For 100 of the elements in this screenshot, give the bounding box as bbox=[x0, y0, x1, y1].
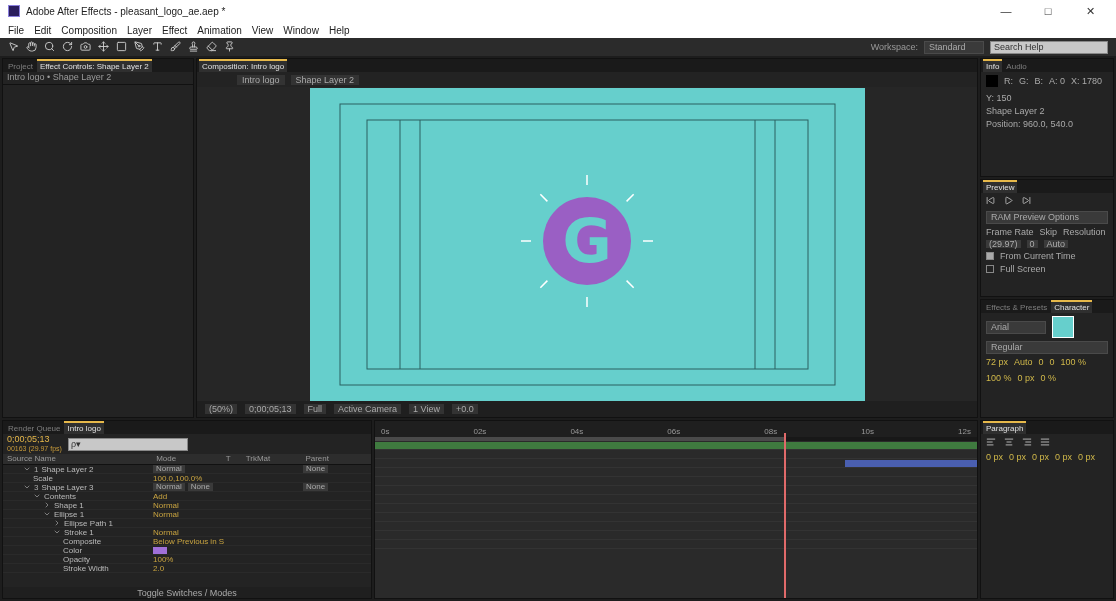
window-control[interactable]: □ bbox=[1030, 5, 1066, 17]
align-right-icon[interactable] bbox=[1022, 437, 1034, 449]
search-field[interactable]: Search Help bbox=[990, 40, 1108, 54]
viewer-control[interactable]: 1 View bbox=[409, 404, 444, 414]
menu-item[interactable]: Help bbox=[328, 24, 350, 36]
character-value[interactable]: Auto bbox=[1014, 357, 1033, 368]
parent-select[interactable]: None bbox=[303, 483, 329, 491]
character-value[interactable]: 0 bbox=[1038, 357, 1044, 368]
preview-value[interactable]: Auto bbox=[1043, 239, 1069, 248]
menu-item[interactable]: Edit bbox=[34, 24, 52, 36]
panel-tab[interactable]: Composition: Intro logo bbox=[199, 59, 288, 72]
font-select[interactable]: Arial bbox=[986, 320, 1046, 334]
menu-item[interactable]: Layer bbox=[126, 24, 152, 36]
panel-tab[interactable]: Preview bbox=[983, 179, 1018, 193]
property-value[interactable]: 100% bbox=[153, 554, 174, 564]
pointer-icon[interactable] bbox=[8, 41, 20, 53]
character-value[interactable]: 100 % bbox=[1060, 357, 1087, 368]
panel-tab[interactable]: Audio bbox=[1003, 59, 1030, 72]
paragraph-value[interactable]: 0 px bbox=[1009, 452, 1027, 462]
property-name[interactable]: Shape 1 bbox=[54, 500, 84, 510]
window-control[interactable]: — bbox=[988, 5, 1024, 17]
layer-name[interactable]: Shape Layer 3 bbox=[41, 482, 94, 492]
preview-options-select[interactable]: RAM Preview Options bbox=[986, 210, 1108, 224]
layer-search-field[interactable]: ρ▾ bbox=[67, 437, 188, 451]
viewer-control[interactable]: (50%) bbox=[205, 404, 237, 414]
style-select[interactable]: Regular bbox=[986, 341, 1108, 355]
play-icon[interactable] bbox=[1004, 195, 1016, 208]
panel-tab[interactable]: Info bbox=[983, 59, 1003, 72]
property-name[interactable]: Scale bbox=[33, 473, 53, 483]
paragraph-value[interactable]: 0 px bbox=[986, 452, 1003, 462]
character-value[interactable]: 0 bbox=[1049, 357, 1055, 368]
viewer-control[interactable]: Full bbox=[303, 404, 327, 414]
timecode[interactable]: 0;00;05;13 bbox=[7, 435, 62, 444]
fill-swatch[interactable] bbox=[1052, 316, 1074, 339]
paragraph-value[interactable]: 0 px bbox=[1078, 452, 1096, 462]
breadcrumb[interactable]: Intro logo bbox=[237, 74, 285, 85]
breadcrumb[interactable]: Shape Layer 2 bbox=[290, 74, 360, 85]
property-value[interactable]: Normal bbox=[153, 500, 179, 510]
layer-bar[interactable] bbox=[375, 441, 977, 449]
paragraph-value[interactable]: 0 px bbox=[1032, 452, 1050, 462]
property-value[interactable]: Below Previous in S bbox=[153, 536, 225, 546]
camera-icon[interactable] bbox=[80, 41, 92, 53]
move-icon[interactable] bbox=[98, 41, 110, 53]
brush-icon[interactable] bbox=[170, 41, 182, 53]
property-name[interactable]: Color bbox=[63, 545, 83, 555]
panel-tab[interactable]: Effects & Presets bbox=[983, 300, 1051, 314]
eraser-icon[interactable] bbox=[206, 41, 218, 53]
hand-icon[interactable] bbox=[26, 41, 38, 53]
mode-select[interactable]: Normal bbox=[153, 483, 185, 491]
rectangle-icon[interactable] bbox=[116, 41, 128, 53]
character-value[interactable]: 0 px bbox=[1017, 373, 1035, 384]
property-name[interactable]: Opacity bbox=[63, 554, 91, 564]
property-name[interactable]: Stroke Width bbox=[63, 563, 109, 573]
checkbox[interactable] bbox=[986, 264, 994, 273]
character-value[interactable]: 72 px bbox=[986, 357, 1009, 368]
preview-value[interactable]: (29.97) bbox=[986, 239, 1021, 248]
rotate-icon[interactable] bbox=[62, 41, 74, 53]
color-swatch[interactable] bbox=[153, 546, 167, 554]
layer-name[interactable]: Shape Layer 2 bbox=[41, 464, 94, 474]
menu-item[interactable]: Window bbox=[283, 24, 319, 36]
property-name[interactable]: Stroke 1 bbox=[64, 527, 94, 537]
character-value[interactable]: 0 % bbox=[1040, 373, 1057, 384]
workspace-select[interactable]: Standard bbox=[924, 40, 984, 54]
type-icon[interactable] bbox=[152, 41, 164, 53]
panel-tab[interactable]: Intro logo bbox=[64, 421, 104, 434]
viewer-control[interactable]: Active Camera bbox=[334, 404, 402, 414]
layer-bar[interactable] bbox=[844, 459, 977, 467]
menu-item[interactable]: Effect bbox=[161, 24, 188, 36]
menu-item[interactable]: Composition bbox=[61, 24, 117, 36]
pen-icon[interactable] bbox=[134, 41, 146, 53]
property-name[interactable]: Ellipse 1 bbox=[54, 509, 85, 519]
viewer-control[interactable]: 0;00;05;13 bbox=[245, 404, 296, 414]
menu-item[interactable]: Animation bbox=[197, 24, 242, 36]
checkbox[interactable] bbox=[986, 251, 994, 260]
menu-item[interactable]: View bbox=[251, 24, 274, 36]
panel-tab[interactable]: Render Queue bbox=[5, 421, 64, 434]
window-control[interactable]: ✕ bbox=[1072, 4, 1108, 18]
panel-tab[interactable]: Effect Controls: Shape Layer 2 bbox=[36, 59, 152, 72]
character-value[interactable]: 100 % bbox=[986, 373, 1012, 384]
justify-icon[interactable] bbox=[1040, 437, 1052, 449]
property-value[interactable]: Add bbox=[153, 491, 168, 501]
panel-tab[interactable]: Project bbox=[5, 59, 36, 72]
property-value[interactable]: Normal bbox=[153, 509, 179, 519]
align-center-icon[interactable] bbox=[1004, 437, 1016, 449]
trkmat-select[interactable]: None bbox=[187, 483, 213, 491]
pin-icon[interactable] bbox=[224, 41, 236, 53]
align-left-icon[interactable] bbox=[986, 437, 998, 449]
property-name[interactable]: Composite bbox=[63, 536, 102, 546]
parent-select[interactable]: None bbox=[303, 465, 329, 473]
property-value[interactable]: 100.0,100.0% bbox=[153, 473, 203, 483]
playhead[interactable] bbox=[784, 433, 787, 598]
property-value[interactable]: 2.0 bbox=[153, 563, 165, 573]
property-name[interactable]: Ellipse Path 1 bbox=[64, 518, 113, 528]
viewer-control[interactable]: +0.0 bbox=[451, 404, 478, 414]
zoom-icon[interactable] bbox=[44, 41, 56, 53]
preview-value[interactable]: 0 bbox=[1026, 239, 1038, 248]
panel-tab[interactable]: Character bbox=[1051, 300, 1093, 314]
property-name[interactable]: Contents bbox=[44, 491, 77, 501]
stamp-icon[interactable] bbox=[188, 41, 200, 53]
property-value[interactable]: Normal bbox=[153, 527, 179, 537]
